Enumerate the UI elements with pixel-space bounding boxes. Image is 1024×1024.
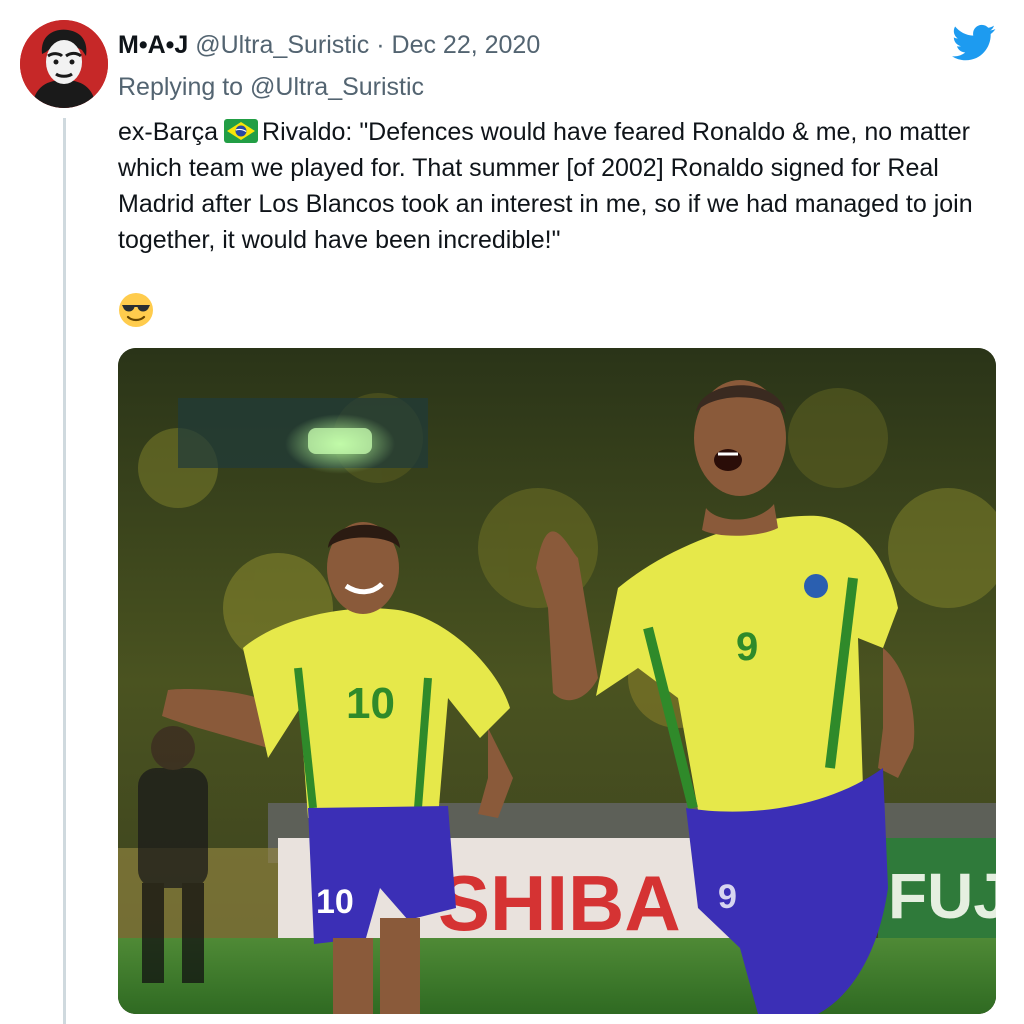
tweet-date[interactable]: Dec 22, 2020 (392, 31, 541, 59)
right-shorts-number: 9 (718, 878, 737, 916)
football-celebration-photo: SHIBA FUJ 10 10 9 9 (118, 348, 996, 1014)
replying-to: Replying to @Ultra_Suristic (118, 71, 424, 103)
board-text: SHIBA (438, 859, 681, 947)
reply-mention-link[interactable]: @Ultra_Suristic (250, 73, 424, 101)
left-jersey-number: 10 (346, 679, 395, 728)
tweet-photo[interactable]: SHIBA FUJ 10 10 9 9 (118, 348, 996, 1014)
thread-line (63, 118, 66, 1024)
tweet-text: ex-Barça Rivaldo: "Defences would have f… (118, 114, 998, 258)
right-jersey-number: 9 (736, 625, 758, 669)
board-text-right: FUJ (888, 860, 996, 932)
meta-separator: · (376, 31, 385, 59)
brazil-flag-icon (224, 119, 259, 143)
left-shorts-number: 10 (316, 883, 354, 921)
sunglasses-emoji-icon (119, 293, 153, 327)
twitter-bird-icon[interactable] (952, 24, 996, 62)
author-handle[interactable]: @Ultra_Suristic (195, 31, 369, 59)
tweet-text-start: ex-Barça (118, 118, 219, 146)
avatar[interactable] (20, 20, 108, 108)
author-name[interactable]: M•A•J (118, 31, 188, 59)
avatar-illustration (20, 20, 108, 108)
tweet-header: M•A•J @Ultra_Suristic · Dec 22, 2020 (118, 29, 540, 61)
reply-prefix: Replying to (118, 73, 244, 101)
